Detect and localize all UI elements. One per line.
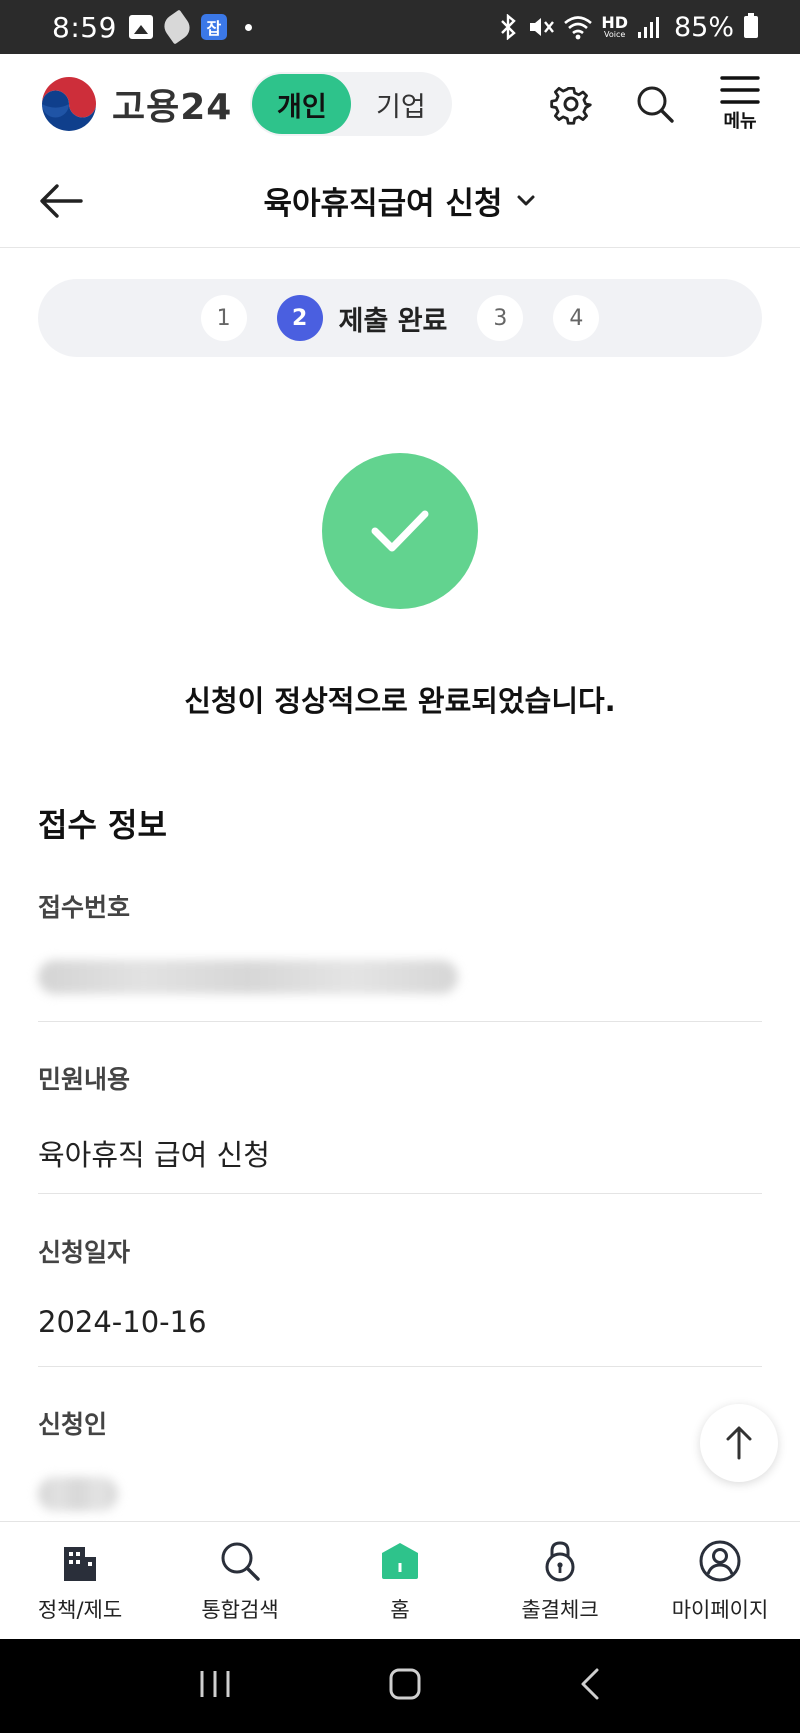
system-nav-bar: [0, 1639, 800, 1733]
logo[interactable]: 고용24: [38, 73, 232, 135]
lock-icon: [537, 1538, 583, 1584]
nav-search-label: 통합검색: [201, 1597, 279, 1622]
divider: [38, 1021, 762, 1022]
app-header: 고용24 개인 기업 메뉴: [0, 54, 800, 154]
taegeuk-logo-icon: [40, 75, 98, 133]
request-content-value: 육아휴직 급여 신청: [38, 1138, 270, 1172]
page-title-dropdown[interactable]: 육아휴직급여 신청: [264, 178, 537, 223]
search-icon[interactable]: [634, 83, 676, 125]
gear-icon[interactable]: [550, 83, 592, 125]
nav-mypage[interactable]: 마이페이지: [640, 1522, 800, 1639]
page-title: 육아휴직급여 신청: [263, 186, 503, 222]
applicant-label: 신청인: [38, 1410, 108, 1439]
request-content-label: 민원내용: [38, 1065, 131, 1094]
nav-attendance-label: 출결체크: [521, 1597, 599, 1622]
request-date-label: 신청일자: [38, 1238, 131, 1267]
nav-attendance[interactable]: 출결체크: [480, 1522, 640, 1639]
check-icon: [371, 510, 429, 552]
app-notification-icon: 잡: [200, 14, 227, 40]
recent-apps-button[interactable]: [198, 1669, 232, 1703]
hamburger-icon: [720, 76, 760, 104]
request-content-item: 민원내용 육아휴직 급여 신청: [38, 1060, 762, 1174]
building-icon: [57, 1538, 103, 1584]
receipt-section-title: 접수 정보: [38, 806, 167, 844]
progress-stepper: 1 2 제출 완료 3 4: [38, 279, 762, 357]
feather-notification-icon: [159, 9, 195, 45]
back-button[interactable]: [38, 178, 84, 224]
status-time: 8:59: [52, 10, 117, 44]
step-1: 1: [200, 295, 247, 341]
page-header: 육아휴직급여 신청: [0, 154, 800, 248]
nav-home[interactable]: 홈: [320, 1522, 480, 1639]
step-active-label: 제출 완료: [338, 305, 448, 337]
user-type-toggle: 개인 기업: [250, 72, 453, 136]
scroll-top-button[interactable]: [700, 1404, 778, 1482]
gallery-notification-icon: [128, 15, 153, 39]
request-date-value: 2024-10-16: [38, 1305, 207, 1339]
status-bar: 8:59 잡 HD Voice 85%: [0, 0, 800, 54]
user-icon: [697, 1538, 743, 1584]
wifi-icon: [564, 16, 593, 40]
receipt-number-item: 접수번호: [38, 888, 762, 994]
toggle-personal[interactable]: 개인: [252, 74, 352, 134]
arrow-left-icon: [40, 184, 83, 218]
battery-icon: [744, 13, 758, 38]
home-square-icon: [389, 1668, 421, 1700]
divider: [38, 1366, 762, 1367]
nav-home-label: 홈: [390, 1597, 410, 1622]
nav-mypage-label: 마이페이지: [671, 1597, 769, 1622]
menu-button[interactable]: 메뉴: [718, 75, 762, 133]
home-system-button[interactable]: [388, 1667, 422, 1705]
nav-policy-label: 정책/제도: [37, 1597, 123, 1622]
bottom-nav: 정책/제도 통합검색 홈 출결체크 마이페이지: [0, 1521, 800, 1639]
nav-search[interactable]: 통합검색: [160, 1522, 320, 1639]
hd-voice-indicator: HD Voice: [601, 15, 628, 39]
success-badge: [322, 453, 478, 609]
nav-policy[interactable]: 정책/제도: [0, 1522, 160, 1639]
back-system-button[interactable]: [578, 1667, 602, 1705]
applicant-redacted: [38, 1477, 118, 1511]
toggle-company[interactable]: 기업: [351, 74, 450, 134]
recent-apps-icon: [200, 1671, 230, 1697]
chevron-down-icon: [517, 195, 535, 205]
hd-label: HD: [601, 13, 628, 32]
chevron-left-icon: [581, 1668, 599, 1700]
signal-icon: [637, 17, 659, 38]
success-message: 신청이 정상적으로 완료되었습니다.: [184, 684, 616, 718]
mute-icon: [530, 18, 555, 36]
home-icon: [377, 1538, 423, 1584]
battery-percent: 85%: [673, 11, 734, 43]
voice-label: Voice: [604, 30, 626, 39]
request-date-item: 신청일자 2024-10-16: [38, 1233, 762, 1339]
receipt-number-label: 접수번호: [38, 893, 131, 922]
menu-label: 메뉴: [723, 111, 757, 132]
receipt-number-redacted: [38, 960, 458, 994]
applicant-item: 신청인: [38, 1405, 762, 1511]
logo-text: 고용24: [112, 87, 233, 128]
step-2: 2: [276, 295, 323, 341]
search-icon: [217, 1538, 263, 1584]
bluetooth-icon: [501, 14, 517, 40]
step-3: 3: [477, 295, 524, 341]
arrow-up-icon: [726, 1426, 752, 1460]
more-notifications-dot: [244, 23, 252, 31]
step-2-active: 2 제출 완료: [276, 295, 448, 341]
step-4: 4: [553, 295, 600, 341]
divider: [38, 1193, 762, 1194]
